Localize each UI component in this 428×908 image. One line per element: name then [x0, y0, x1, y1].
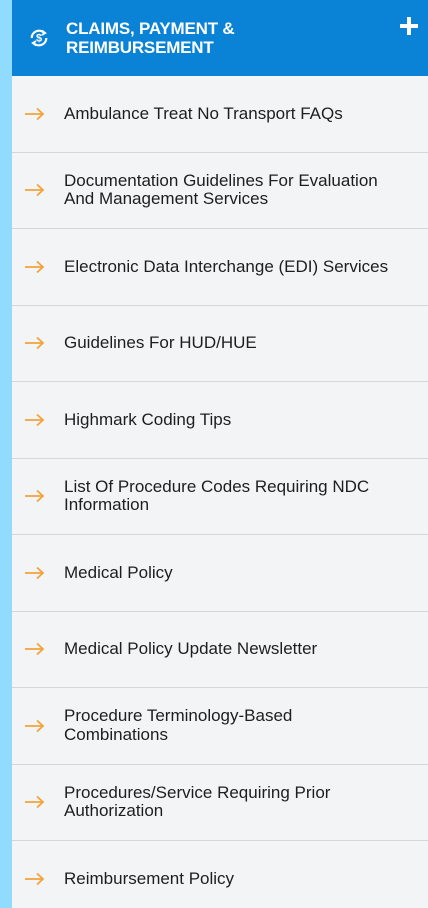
- arrow-right-icon: [25, 490, 45, 503]
- menu-item-label: Documentation Guidelines For Evaluation …: [64, 170, 378, 209]
- menu-item-label: Medical Policy Update Newsletter: [64, 639, 318, 658]
- menu-item-label: Procedure Terminology-Based Combinations: [64, 706, 293, 744]
- section-header[interactable]: $ CLAIMS, PAYMENT & REIMBURSEMENT: [12, 0, 428, 76]
- menu-item-label: Ambulance Treat No Transport FAQs: [64, 103, 343, 123]
- svg-text:$: $: [36, 33, 42, 45]
- menu-item-documentation-guidelines[interactable]: Documentation Guidelines For Evaluation …: [12, 153, 428, 229]
- menu-item-label: Guidelines For HUD/HUE: [64, 333, 257, 352]
- menu-item-electronic-data-interchange[interactable]: Electronic Data Interchange (EDI) Servic…: [12, 229, 428, 306]
- dollar-refresh-icon: $: [30, 29, 48, 47]
- plus-icon[interactable]: [398, 15, 420, 37]
- menu-item-label: Highmark Coding Tips: [64, 409, 232, 429]
- arrow-right-icon: [25, 873, 45, 886]
- menu-item-highmark-coding-tips[interactable]: Highmark Coding Tips: [12, 382, 428, 459]
- menu-item-ambulance-treat-no-transport-faqs[interactable]: Ambulance Treat No Transport FAQs: [12, 76, 428, 153]
- menu-item-label: Reimbursement Policy: [64, 869, 235, 888]
- menu-item-procedure-terminology-combinations[interactable]: Procedure Terminology-Based Combinations: [12, 688, 428, 765]
- arrow-right-icon: [25, 413, 45, 426]
- menu-item-guidelines-for-hud-hue[interactable]: Guidelines For HUD/HUE: [12, 306, 428, 382]
- menu-item-label: Electronic Data Interchange (EDI) Servic…: [64, 256, 389, 276]
- menu-item-label: Medical Policy: [64, 562, 173, 582]
- arrow-right-icon: [25, 796, 45, 809]
- arrow-right-icon: [25, 566, 45, 579]
- section-title: CLAIMS, PAYMENT & REIMBURSEMENT: [66, 19, 235, 57]
- menu-item-procedures-requiring-prior-authorization[interactable]: Procedures/Service Requiring Prior Autho…: [12, 765, 428, 841]
- menu-item-label: Procedures/Service Requiring Prior Autho…: [64, 782, 331, 821]
- claims-menu-panel: $ CLAIMS, PAYMENT & REIMBURSEMENT Ambula…: [12, 0, 428, 908]
- arrow-right-icon: [25, 337, 45, 350]
- menu-list: Ambulance Treat No Transport FAQs Docume…: [12, 76, 428, 908]
- menu-item-procedure-codes-requiring-ndc[interactable]: List Of Procedure Codes Requiring NDC In…: [12, 459, 428, 535]
- arrow-right-icon: [25, 643, 45, 656]
- arrow-right-icon: [25, 260, 45, 273]
- arrow-right-icon: [25, 719, 45, 732]
- menu-item-reimbursement-policy[interactable]: Reimbursement Policy: [12, 841, 428, 908]
- menu-item-medical-policy-update-newsletter[interactable]: Medical Policy Update Newsletter: [12, 612, 428, 688]
- arrow-right-icon: [25, 107, 45, 120]
- menu-item-medical-policy[interactable]: Medical Policy: [12, 535, 428, 612]
- menu-item-label: List Of Procedure Codes Requiring NDC In…: [64, 476, 370, 515]
- arrow-right-icon: [25, 184, 45, 197]
